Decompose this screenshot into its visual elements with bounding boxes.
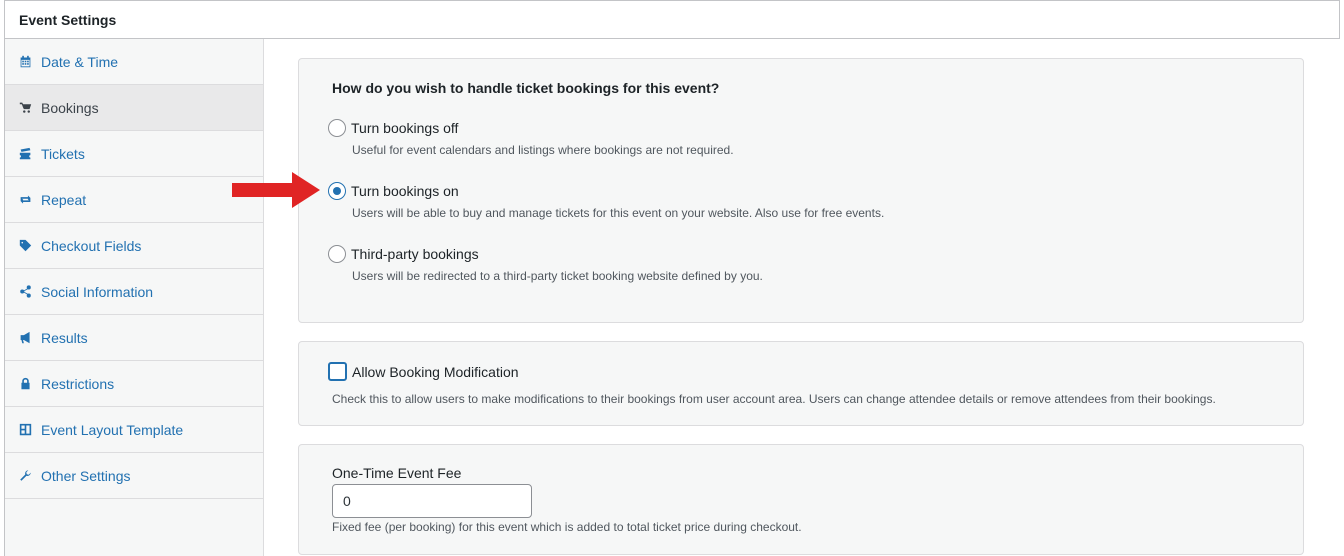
event-settings-panel: Event Settings Date & Time Bookings Tick… bbox=[4, 0, 1341, 556]
repeat-icon bbox=[18, 193, 32, 207]
sidebar-item-label: Other Settings bbox=[41, 467, 131, 484]
wrench-icon bbox=[18, 469, 32, 483]
radio-button-selected[interactable] bbox=[328, 182, 346, 200]
megaphone-icon bbox=[18, 331, 32, 345]
radio-bookings-on[interactable]: Turn bookings on bbox=[328, 182, 459, 200]
red-arrow-annotation bbox=[232, 172, 320, 208]
radio-description: Users will be able to buy and manage tic… bbox=[352, 206, 885, 220]
sidebar-item-label: Date & Time bbox=[41, 53, 119, 70]
sidebar-item-bookings[interactable]: Bookings bbox=[5, 85, 263, 131]
sidebar-item-label: Bookings bbox=[41, 99, 99, 116]
sidebar-item-label: Restrictions bbox=[41, 375, 115, 392]
share-icon bbox=[18, 285, 32, 299]
radio-button[interactable] bbox=[328, 119, 346, 137]
allow-booking-modification-checkbox[interactable]: Allow Booking Modification bbox=[328, 362, 519, 381]
booking-mode-section: How do you wish to handle ticket booking… bbox=[298, 58, 1304, 323]
sidebar-item-label: Repeat bbox=[41, 191, 87, 208]
sidebar-item-tickets[interactable]: Tickets bbox=[5, 131, 263, 177]
lock-icon bbox=[18, 377, 32, 391]
settings-content: How do you wish to handle ticket booking… bbox=[265, 39, 1341, 556]
booking-modification-section: Allow Booking Modification Check this to… bbox=[298, 341, 1304, 426]
cart-icon bbox=[18, 101, 32, 115]
event-fee-section: One-Time Event Fee Fixed fee (per bookin… bbox=[298, 444, 1304, 555]
tickets-icon bbox=[18, 147, 32, 161]
checkbox[interactable] bbox=[328, 362, 347, 381]
sidebar-item-restrictions[interactable]: Restrictions bbox=[5, 361, 263, 407]
sidebar-item-other-settings[interactable]: Other Settings bbox=[5, 453, 263, 499]
modification-description: Check this to allow users to make modifi… bbox=[332, 392, 1216, 406]
sidebar-item-label: Tickets bbox=[41, 145, 85, 162]
layout-icon bbox=[18, 423, 32, 437]
radio-label: Turn bookings off bbox=[351, 120, 459, 136]
calendar-icon bbox=[18, 55, 32, 69]
sidebar-item-label: Event Layout Template bbox=[41, 421, 184, 438]
radio-button[interactable] bbox=[328, 245, 346, 263]
panel-title: Event Settings bbox=[19, 11, 117, 28]
sidebar-item-social-information[interactable]: Social Information bbox=[5, 269, 263, 315]
booking-mode-question: How do you wish to handle ticket booking… bbox=[332, 80, 720, 96]
sidebar-item-results[interactable]: Results bbox=[5, 315, 263, 361]
sidebar-item-event-layout-template[interactable]: Event Layout Template bbox=[5, 407, 263, 453]
event-fee-description: Fixed fee (per booking) for this event w… bbox=[332, 520, 802, 534]
sidebar-item-label: Checkout Fields bbox=[41, 237, 142, 254]
sidebar-item-checkout-fields[interactable]: Checkout Fields bbox=[5, 223, 263, 269]
red-arrow-shape bbox=[232, 172, 320, 208]
radio-description: Useful for event calendars and listings … bbox=[352, 143, 734, 157]
sidebar-item-date-time[interactable]: Date & Time bbox=[5, 39, 263, 85]
checkbox-label: Allow Booking Modification bbox=[352, 363, 519, 380]
event-fee-label: One-Time Event Fee bbox=[332, 465, 462, 481]
sidebar-item-label: Results bbox=[41, 329, 88, 346]
radio-label: Third-party bookings bbox=[351, 246, 479, 262]
event-fee-input[interactable] bbox=[332, 484, 532, 518]
radio-label: Turn bookings on bbox=[351, 183, 459, 199]
radio-bookings-off[interactable]: Turn bookings off bbox=[328, 119, 458, 137]
panel-header: Event Settings bbox=[5, 1, 1339, 39]
settings-sidebar: Date & Time Bookings Tickets Repeat Chec… bbox=[5, 39, 264, 556]
sidebar-item-label: Social Information bbox=[41, 283, 154, 300]
sidebar-item-repeat[interactable]: Repeat bbox=[5, 177, 263, 223]
tag-icon bbox=[18, 239, 32, 253]
radio-description: Users will be redirected to a third-part… bbox=[352, 269, 763, 283]
radio-third-party-bookings[interactable]: Third-party bookings bbox=[328, 245, 479, 263]
